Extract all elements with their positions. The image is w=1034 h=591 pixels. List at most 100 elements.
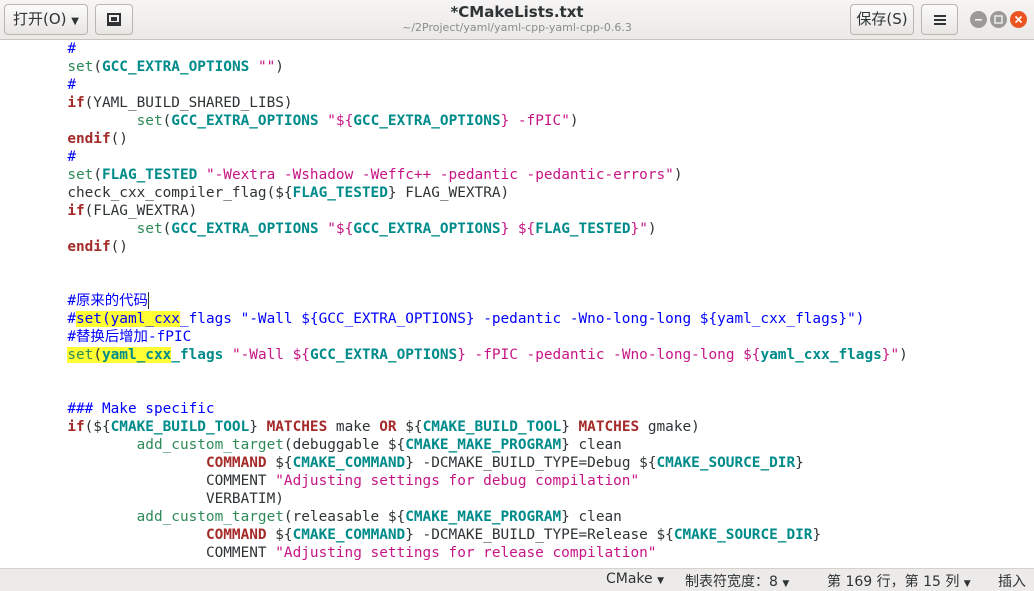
code-token: ( <box>93 167 102 183</box>
code-token: endif <box>67 239 111 255</box>
code-line: ### Make specific <box>0 400 214 418</box>
window-subtitle: ~/2Project/yaml/yaml-cpp-yaml-cpp-0.6.3 <box>402 21 632 34</box>
code-token: ( <box>162 221 172 237</box>
code-token: _flags "-Wall ${GCC_EXTRA_OPTIONS} -peda… <box>179 311 865 327</box>
code-token: _flags <box>171 347 224 363</box>
minimize-icon <box>975 19 982 21</box>
code-token: ${ <box>266 455 293 471</box>
code-line: add_custom_target(debuggable ${CMAKE_MAK… <box>0 436 622 454</box>
chevron-down-icon: ▼ <box>71 16 79 27</box>
close-button[interactable] <box>1010 11 1027 28</box>
code-token: # <box>0 311 76 327</box>
code-token: OR <box>379 419 397 435</box>
code-token: (debuggable ${ <box>283 437 406 453</box>
code-token: ) <box>275 59 284 75</box>
code-token: set <box>67 59 94 75</box>
code-token: }" <box>881 347 900 363</box>
code-line: set(GCC_EXTRA_OPTIONS "${GCC_EXTRA_OPTIO… <box>0 220 657 238</box>
code-token: } -fPIC" <box>500 113 570 129</box>
code-token: (${ <box>84 419 111 435</box>
code-token: CMAKE_COMMAND <box>292 455 406 471</box>
code-token: "${ <box>327 113 354 129</box>
code-token: ) <box>647 221 657 237</box>
code-token: } FLAG_WEXTRA) <box>387 185 510 201</box>
triangle-down-icon: ▼ <box>963 579 971 589</box>
menu-button[interactable] <box>921 4 958 35</box>
open-button[interactable]: 打开(O) ▼ <box>4 4 88 35</box>
code-token: "Adjusting settings for release compilat… <box>275 545 657 561</box>
minimize-button[interactable] <box>970 11 987 28</box>
code-line: set(GCC_EXTRA_OPTIONS "") <box>0 58 284 76</box>
language-label: CMake <box>606 571 653 587</box>
code-token: GCC_EXTRA_OPTIONS <box>353 221 501 237</box>
code-line: #set(yaml_cxx_flags "-Wall ${GCC_EXTRA_O… <box>0 310 864 328</box>
code-token: } -DCMAKE_BUILD_TYPE=Debug ${ <box>405 455 657 471</box>
cursor-position-selector[interactable]: 第 169 行，第 15 列 ▼ <box>827 571 971 591</box>
code-token: ( <box>93 347 102 363</box>
code-token: CMAKE_MAKE_PROGRAM <box>405 437 562 453</box>
code-line: #替换后增加-fPIC <box>0 328 191 346</box>
code-token: add_custom_target <box>136 437 284 453</box>
text-editor[interactable]: # set(GCC_EXTRA_OPTIONS "") # if(YAML_BU… <box>0 40 1034 568</box>
code-line: #原来的代码 <box>0 292 149 310</box>
text-cursor <box>147 292 149 309</box>
code-token: COMMAND <box>205 527 267 543</box>
code-token: # <box>0 41 76 57</box>
code-line: # <box>0 148 76 166</box>
document-pin-icon <box>107 12 121 26</box>
code-token: ${ <box>266 527 293 543</box>
code-token: if <box>67 95 85 111</box>
code-token: "" <box>257 59 276 75</box>
code-token: -fPIC <box>147 329 192 345</box>
tab-width-selector[interactable]: 制表符宽度：8 ▼ <box>685 571 789 591</box>
code-token: set <box>136 113 163 129</box>
code-line: set(GCC_EXTRA_OPTIONS "${GCC_EXTRA_OPTIO… <box>0 112 579 130</box>
code-line: endif() <box>0 130 128 148</box>
code-token: COMMENT <box>0 545 276 561</box>
code-token: (releasable ${ <box>283 509 406 525</box>
code-token: } clean <box>561 437 622 453</box>
code-token: make <box>327 419 380 435</box>
code-line: COMMAND ${CMAKE_COMMAND} -DCMAKE_BUILD_T… <box>0 454 804 472</box>
code-token: } <box>795 455 804 471</box>
code-line: add_custom_target(releasable ${CMAKE_MAK… <box>0 508 622 526</box>
code-token: set(yaml_cxx <box>75 311 180 327</box>
maximize-button[interactable] <box>990 11 1007 28</box>
triangle-down-icon: ▼ <box>782 579 790 589</box>
pin-document-button[interactable] <box>95 4 133 35</box>
code-token: "-Wall ${ <box>231 347 310 363</box>
code-token: MATCHES <box>266 419 328 435</box>
code-token: GCC_EXTRA_OPTIONS <box>171 221 319 237</box>
code-token: GCC_EXTRA_OPTIONS <box>171 113 319 129</box>
code-token: set <box>136 221 163 237</box>
code-token: yaml_cxx <box>101 347 172 363</box>
code-line: VERBATIM) <box>0 490 284 508</box>
code-token: VERBATIM) <box>0 491 284 507</box>
code-token: check_cxx_compiler_flag(${ <box>0 185 293 201</box>
code-token: COMMAND <box>205 455 267 471</box>
code-token: ( <box>162 113 172 129</box>
code-token: ) <box>673 167 683 183</box>
code-token: set <box>67 347 94 363</box>
code-token: # <box>0 329 76 345</box>
code-token: yaml_cxx_flags <box>760 347 882 363</box>
code-token: GCC_EXTRA_OPTIONS <box>309 347 458 363</box>
code-token: GCC_EXTRA_OPTIONS <box>101 59 250 75</box>
code-token: "${ <box>327 221 354 237</box>
code-token: MATCHES <box>578 419 640 435</box>
save-button[interactable]: 保存(S) <box>850 4 914 35</box>
language-selector[interactable]: CMake ▼ <box>606 571 664 587</box>
code-token: }" <box>630 221 648 237</box>
code-token: } <box>561 419 579 435</box>
code-token: # <box>0 77 76 93</box>
code-token: "Adjusting settings for debug compilatio… <box>275 473 640 489</box>
code-token: set <box>67 167 94 183</box>
